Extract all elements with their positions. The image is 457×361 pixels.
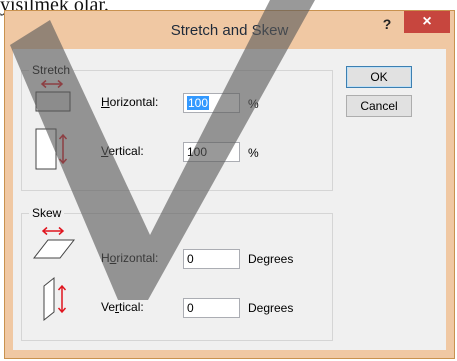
dialog-client-area: Stretch Horizontal: 100 % Vertical: 100 … bbox=[13, 49, 446, 350]
stretch-horizontal-label: Horizontal: bbox=[101, 95, 159, 109]
stretch-horizontal-unit: % bbox=[248, 97, 259, 111]
stretch-vertical-icon bbox=[35, 128, 68, 170]
ok-button[interactable]: OK bbox=[346, 66, 412, 88]
skew-group-title: Skew bbox=[29, 206, 65, 220]
skew-horizontal-icon bbox=[32, 226, 76, 259]
skew-vertical-icon bbox=[43, 276, 67, 322]
stretch-horizontal-icon bbox=[35, 79, 71, 112]
skew-horizontal-input[interactable]: 0 bbox=[183, 249, 240, 269]
title-bar[interactable]: Stretch and Skew ? × bbox=[5, 11, 454, 47]
stretch-skew-dialog: Stretch and Skew ? × Stretch Horizontal:… bbox=[4, 10, 455, 359]
stretch-vertical-label: Vertical: bbox=[101, 144, 144, 158]
skew-horizontal-label: Horizontal: bbox=[101, 251, 159, 265]
stretch-group-title: Stretch bbox=[29, 63, 74, 77]
help-button[interactable]: ? bbox=[377, 13, 397, 35]
skew-group: Skew Horizontal: 0 Degrees Vertical: 0 D… bbox=[21, 206, 333, 341]
stretch-horizontal-input[interactable]: 100 bbox=[183, 93, 240, 113]
cancel-button[interactable]: Cancel bbox=[346, 95, 412, 117]
skew-vertical-input[interactable]: 0 bbox=[183, 298, 240, 318]
skew-vertical-label: Vertical: bbox=[101, 300, 144, 314]
stretch-vertical-input[interactable]: 100 bbox=[183, 142, 240, 162]
skew-horizontal-unit: Degrees bbox=[248, 252, 294, 266]
skew-vertical-unit: Degrees bbox=[248, 301, 294, 315]
stretch-vertical-unit: % bbox=[248, 146, 259, 160]
stretch-group: Stretch Horizontal: 100 % Vertical: 100 … bbox=[21, 63, 333, 191]
close-button[interactable]: × bbox=[404, 11, 450, 33]
